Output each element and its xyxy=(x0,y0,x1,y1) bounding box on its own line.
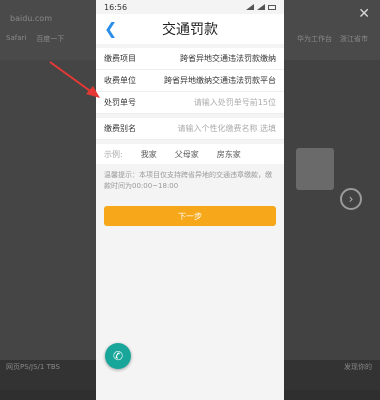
back-icon[interactable]: ❮ xyxy=(104,21,117,37)
bookmark-item[interactable]: 浙江省市 xyxy=(340,34,368,44)
wifi-icon xyxy=(257,4,265,10)
background-right-panel xyxy=(284,60,380,360)
chat-icon[interactable]: ✆ xyxy=(105,343,131,369)
page-title: 交通罚款 xyxy=(162,22,218,38)
form-row-alias[interactable]: 缴费别名 请输入个性化缴费名称 选填 xyxy=(96,118,284,140)
example-tag[interactable]: 我家 xyxy=(141,149,157,160)
next-button[interactable]: 下一步 xyxy=(104,206,276,226)
form-row-payment-item: 缴费项目 跨省异地交通违法罚款缴纳 xyxy=(96,48,284,70)
status-time: 16:56 xyxy=(104,2,128,12)
signal-icon xyxy=(246,4,254,10)
row-value: 跨省异地交通违法罚款缴纳 xyxy=(180,54,276,63)
alias-input[interactable]: 请输入个性化缴费名称 选填 xyxy=(140,123,276,134)
bookmarks-bar-right: 华为工作台 浙江省市 xyxy=(297,34,368,44)
tip-text: 温馨提示：本项目仅支持跨省异地的交通违章缴款，缴款时间为00:00~18:00 xyxy=(104,171,272,190)
nav-bar: ❮ 交通罚款 xyxy=(96,14,284,44)
bookmark-item[interactable]: 华为工作台 xyxy=(297,34,332,44)
example-tag[interactable]: 父母家 xyxy=(175,149,199,160)
chevron-right-icon[interactable]: › xyxy=(340,188,362,210)
row-label: 处罚单号 xyxy=(104,98,136,107)
background-card xyxy=(296,148,334,190)
examples-label: 示例: xyxy=(104,149,123,159)
form-row-payee: 收费单位 跨省异地缴纳交通违法罚款平台 xyxy=(96,70,284,92)
form-row-ticket-number[interactable]: 处罚单号 请输入处罚单号前15位 xyxy=(96,92,284,114)
bookmark-item[interactable]: Safari xyxy=(6,34,26,48)
address-bar[interactable]: baidu.com xyxy=(10,14,52,23)
bottom-status-text: 网页PS/JS/1 TBS xyxy=(6,363,60,371)
bottom-link[interactable]: 发现你的 xyxy=(344,362,372,372)
row-label: 缴费项目 xyxy=(104,54,136,63)
row-value: 跨省异地缴纳交通违法罚款平台 xyxy=(164,76,276,85)
ticket-number-input[interactable]: 请输入处罚单号前15位 xyxy=(140,97,276,108)
example-tag[interactable]: 房东家 xyxy=(217,149,241,160)
phone-screen: 16:56 ❮ 交通罚款 缴费项目 跨省异地交通违法罚款缴纳 收费单位 跨省异地… xyxy=(96,0,284,400)
status-bar: 16:56 xyxy=(96,0,284,14)
background-left-panel xyxy=(0,60,96,360)
row-label: 收费单位 xyxy=(104,76,136,85)
status-icons xyxy=(246,4,276,10)
row-label: 缴费别名 xyxy=(104,124,136,133)
close-icon[interactable]: ✕ xyxy=(358,6,370,22)
bookmark-item[interactable]: 百度一下 xyxy=(36,34,64,48)
example-tags: 示例: 我家 父母家 房东家 xyxy=(96,144,284,164)
battery-icon xyxy=(268,4,276,10)
